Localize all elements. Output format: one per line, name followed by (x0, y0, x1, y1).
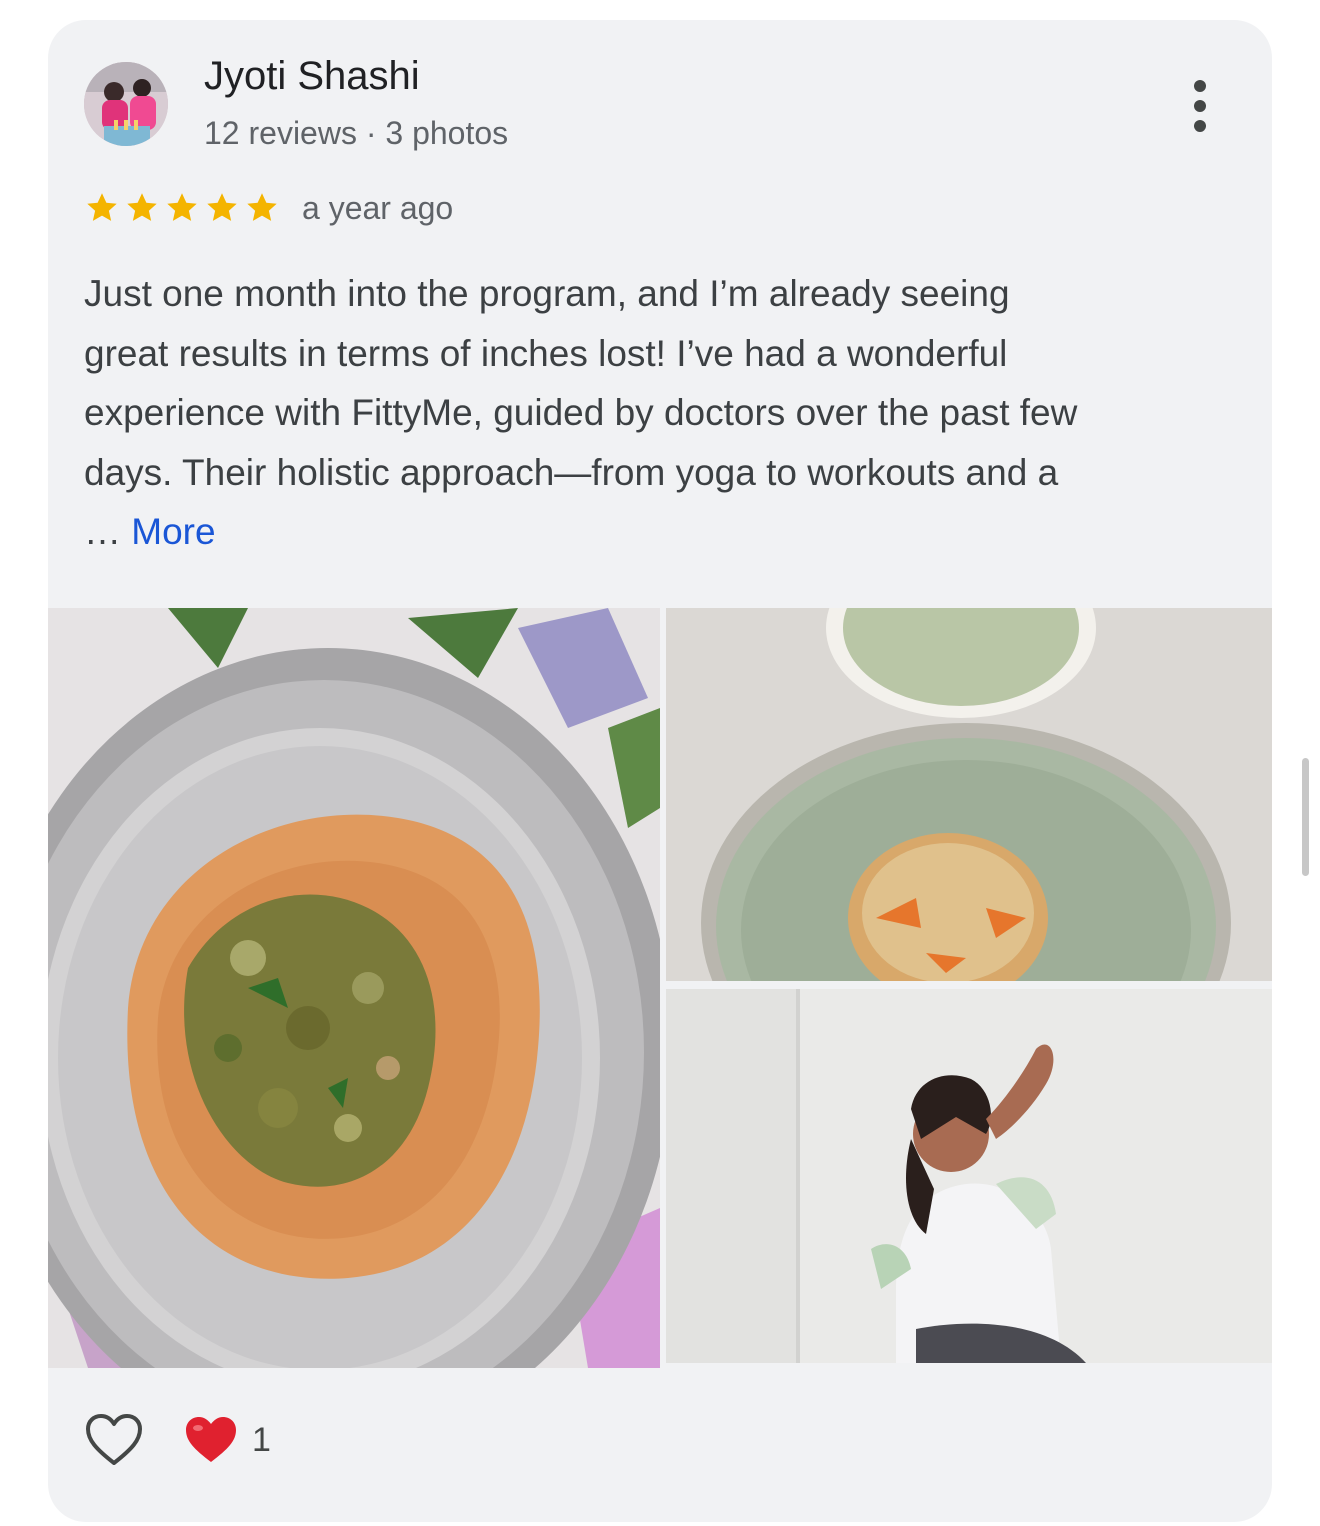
reviewer-stats: 12 reviews · 3 photos (204, 115, 509, 151)
bowls-photo-image (666, 608, 1272, 981)
avatar-image (84, 62, 168, 146)
star-rating (84, 190, 280, 226)
review-photo-yoga[interactable] (666, 989, 1272, 1363)
review-text-line: great results in terms of inches lost! I… (84, 332, 1008, 374)
ellipsis: … (84, 511, 132, 552)
star-icon (167, 193, 197, 221)
review-text: Just one month into the program, and I’m… (84, 264, 1244, 562)
more-vertical-icon (1194, 80, 1206, 92)
review-text-line: experience with FittyMe, guided by docto… (84, 392, 1078, 433)
reaction-count: 1 (252, 1420, 271, 1459)
plate-photo-image (48, 608, 660, 1368)
red-heart-icon (186, 1417, 236, 1462)
reviewer-avatar[interactable] (84, 62, 168, 146)
more-link[interactable]: More (131, 511, 215, 552)
star-icon (127, 193, 157, 221)
star-icon (247, 193, 277, 221)
rating-row: a year ago (84, 188, 453, 228)
more-options-button[interactable] (1172, 76, 1228, 136)
reviewer-name[interactable]: Jyoti Shashi (204, 54, 420, 99)
review-text-line: days. Their holistic approach—from yoga … (84, 451, 1059, 493)
like-button[interactable] (84, 1412, 144, 1468)
review-photo-bowls[interactable] (666, 608, 1272, 981)
more-vertical-icon-dot (1194, 120, 1206, 132)
review-card: Jyoti Shashi 12 reviews · 3 photos a yea… (48, 20, 1272, 1522)
review-photo-plate[interactable] (48, 608, 660, 1368)
star-icon (87, 193, 117, 221)
heart-outline-icon (86, 1414, 142, 1465)
more-vertical-icon-dot (1194, 100, 1206, 112)
heart-reaction[interactable]: 1 (184, 1415, 271, 1465)
review-text-line-last: … More (84, 502, 1244, 562)
star-icon (207, 193, 237, 221)
review-text-line: Just one month into the program, and I’m… (84, 273, 1010, 314)
scrollbar[interactable] (1302, 758, 1309, 876)
yoga-photo-image (666, 989, 1272, 1363)
review-date: a year ago (302, 189, 454, 226)
reactions-row: 1 (84, 1410, 271, 1470)
